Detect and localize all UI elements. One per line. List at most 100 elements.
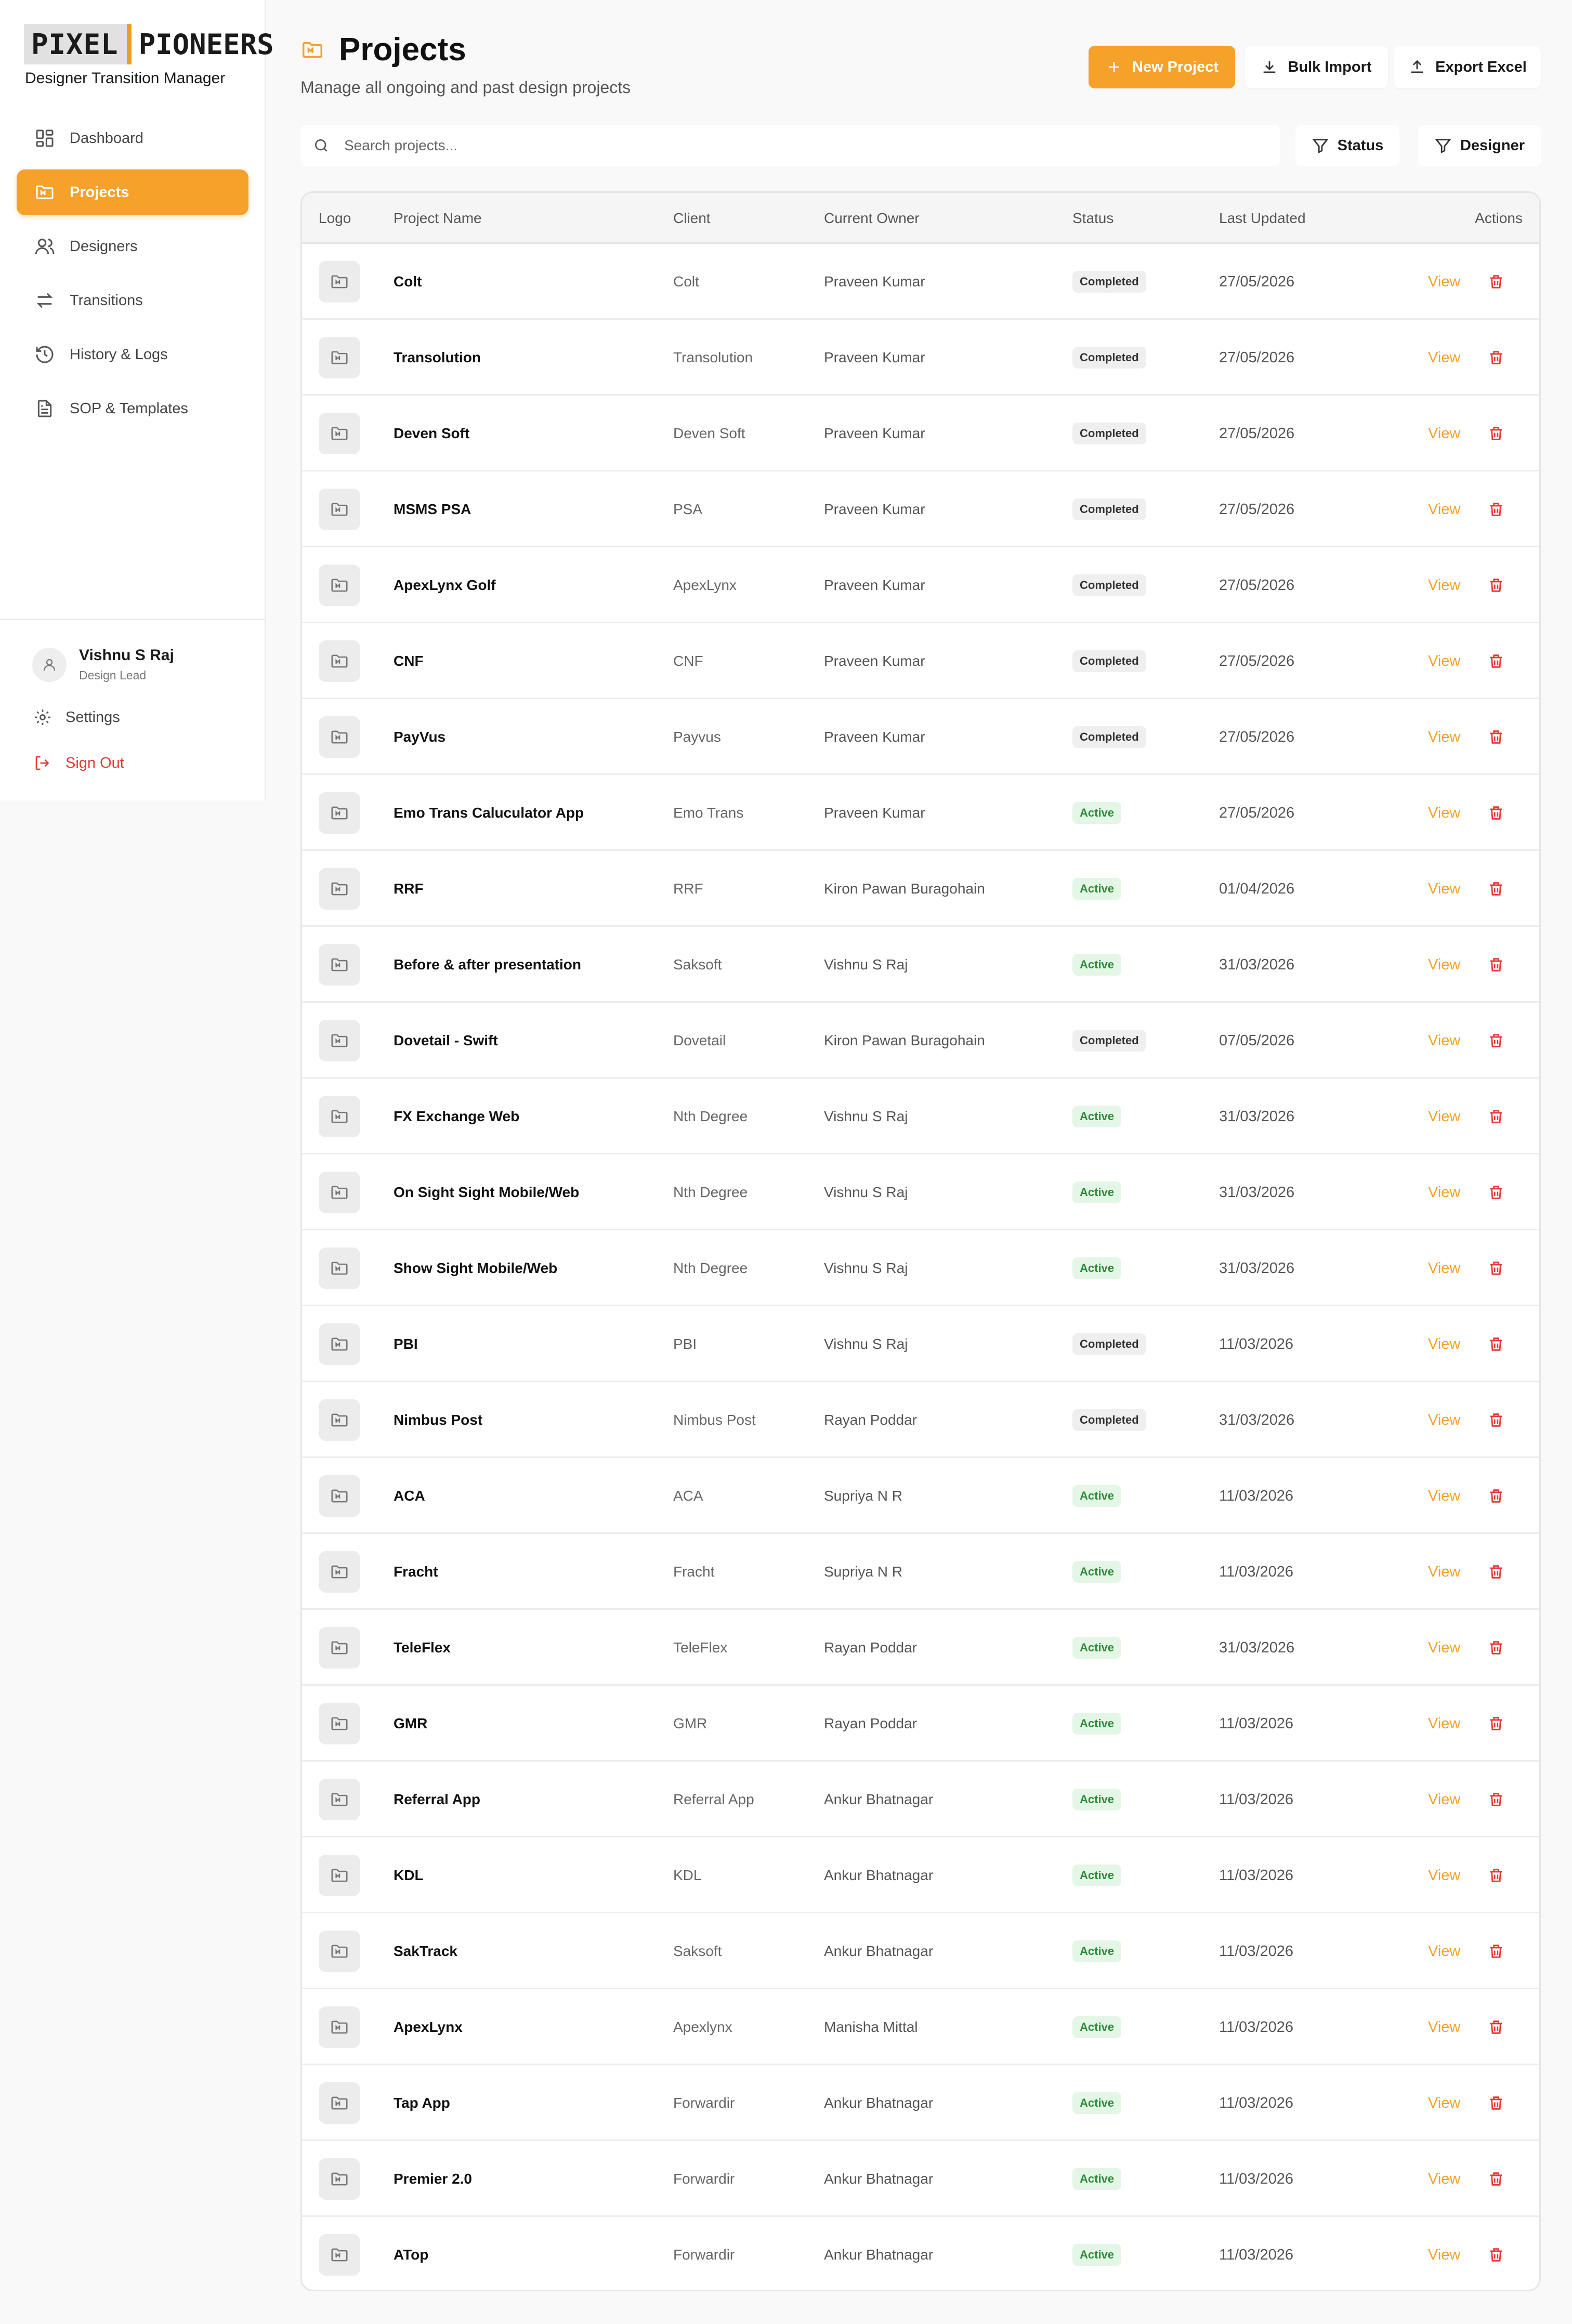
table-row[interactable]: Referral App Referral App Ankur Bhatnagar A… — [302, 1762, 1539, 1837]
table-row[interactable]: Fracht Fracht Supriya N R Active 11/03/2026 V… — [302, 1534, 1539, 1610]
table-row[interactable]: ACA ACA Supriya N R Active 11/03/2026 View — [302, 1458, 1539, 1534]
sidebar-item-history[interactable]: History & Logs — [17, 332, 248, 377]
table-row[interactable]: MSMS PSA PSA Praveen Kumar Completed 27/05/2… — [302, 471, 1539, 547]
delete-button[interactable] — [1487, 244, 1505, 320]
view-button[interactable]: View — [1428, 1989, 1460, 2065]
column-header-current-owner[interactable]: Current Owner — [824, 193, 920, 244]
view-button[interactable]: View — [1428, 699, 1460, 775]
delete-button[interactable] — [1487, 1837, 1505, 1913]
view-button[interactable]: View — [1428, 320, 1460, 396]
table-row[interactable]: Show Sight Mobile/Web Nth Degree Vishnu S … — [302, 1230, 1539, 1306]
view-button[interactable]: View — [1428, 851, 1460, 927]
new-project-button[interactable]: New Project — [1089, 46, 1235, 88]
view-button[interactable]: View — [1428, 2065, 1460, 2141]
bulk-import-button[interactable]: Bulk Import — [1244, 46, 1388, 88]
delete-button[interactable] — [1487, 1230, 1505, 1306]
view-button[interactable]: View — [1428, 244, 1460, 320]
delete-button[interactable] — [1487, 1079, 1505, 1154]
delete-button[interactable] — [1487, 623, 1505, 699]
sidebar-item-dashboard[interactable]: Dashboard — [17, 115, 248, 161]
table-row[interactable]: ATop Forwardir Ankur Bhatnagar Active 11/03/… — [302, 2217, 1539, 2290]
view-button[interactable]: View — [1428, 2141, 1460, 2217]
column-header-client[interactable]: Client — [673, 193, 711, 244]
view-button[interactable]: View — [1428, 1079, 1460, 1154]
view-button[interactable]: View — [1428, 1154, 1460, 1230]
table-row[interactable]: GMR GMR Rayan Poddar Active 11/03/2026 View — [302, 1686, 1539, 1762]
view-button[interactable]: View — [1428, 1230, 1460, 1306]
table-row[interactable]: ApexLynx Apexlynx Manisha Mittal Active 11/0… — [302, 1989, 1539, 2065]
sidebar-item-transitions[interactable]: Transitions — [17, 278, 248, 323]
column-header-logo[interactable]: Logo — [319, 193, 351, 244]
delete-button[interactable] — [1487, 851, 1505, 927]
user-profile[interactable]: Vishnu S Raj Design Lead — [32, 647, 174, 682]
view-button[interactable]: View — [1428, 1610, 1460, 1686]
column-header-project-name[interactable]: Project Name — [394, 193, 482, 244]
delete-button[interactable] — [1487, 699, 1505, 775]
view-button[interactable]: View — [1428, 775, 1460, 851]
delete-button[interactable] — [1487, 1003, 1505, 1079]
column-header-last-updated[interactable]: Last Updated — [1219, 193, 1306, 244]
table-row[interactable]: SakTrack Saksoft Ankur Bhatnagar Active 11/0… — [302, 1913, 1539, 1989]
delete-button[interactable] — [1487, 1534, 1505, 1610]
table-row[interactable]: PBI PBI Vishnu S Raj Completed 11/03/2026 Vie… — [302, 1306, 1539, 1382]
delete-button[interactable] — [1487, 471, 1505, 547]
delete-button[interactable] — [1487, 547, 1505, 623]
column-header-status[interactable]: Status — [1072, 193, 1114, 244]
view-button[interactable]: View — [1428, 1534, 1460, 1610]
export-excel-button[interactable]: Export Excel — [1394, 46, 1541, 88]
table-row[interactable]: KDL KDL Ankur Bhatnagar Active 11/03/2026 Vie… — [302, 1837, 1539, 1913]
delete-button[interactable] — [1487, 1458, 1505, 1534]
delete-button[interactable] — [1487, 1989, 1505, 2065]
search-input[interactable] — [344, 137, 1228, 154]
table-row[interactable]: CNF CNF Praveen Kumar Completed 27/05/2026 Vi… — [302, 623, 1539, 699]
table-row[interactable]: Colt Colt Praveen Kumar Completed 27/05/2026… — [302, 244, 1539, 320]
delete-button[interactable] — [1487, 1610, 1505, 1686]
delete-button[interactable] — [1487, 2217, 1505, 2290]
delete-button[interactable] — [1487, 927, 1505, 1003]
delete-button[interactable] — [1487, 320, 1505, 396]
view-button[interactable]: View — [1428, 471, 1460, 547]
view-button[interactable]: View — [1428, 547, 1460, 623]
view-button[interactable]: View — [1428, 927, 1460, 1003]
delete-button[interactable] — [1487, 1306, 1505, 1382]
signout-link[interactable]: Sign Out — [33, 754, 124, 772]
delete-button[interactable] — [1487, 775, 1505, 851]
table-row[interactable]: FX Exchange Web Nth Degree Vishnu S Raj Act… — [302, 1079, 1539, 1154]
view-button[interactable]: View — [1428, 1003, 1460, 1079]
view-button[interactable]: View — [1428, 1837, 1460, 1913]
delete-button[interactable] — [1487, 1686, 1505, 1762]
table-row[interactable]: Transolution Transolution Praveen Kumar Com… — [302, 320, 1539, 396]
table-row[interactable]: Deven Soft Deven Soft Praveen Kumar Complet… — [302, 396, 1539, 471]
search-bar[interactable] — [300, 125, 1280, 166]
view-button[interactable]: View — [1428, 1762, 1460, 1837]
table-row[interactable]: Dovetail - Swift Dovetail Kiron Pawan Bura… — [302, 1003, 1539, 1079]
view-button[interactable]: View — [1428, 1306, 1460, 1382]
sidebar-item-projects[interactable]: Projects — [17, 169, 248, 215]
delete-button[interactable] — [1487, 2141, 1505, 2217]
sidebar-item-sop-templates[interactable]: SOP & Templates — [17, 386, 248, 431]
table-row[interactable]: ApexLynx Golf ApexLynx Praveen Kumar Comple… — [302, 547, 1539, 623]
settings-link[interactable]: Settings — [33, 708, 120, 727]
delete-button[interactable] — [1487, 1382, 1505, 1458]
table-row[interactable]: Emo Trans Caluculator App Emo Trans Pravee… — [302, 775, 1539, 851]
view-button[interactable]: View — [1428, 1913, 1460, 1989]
sidebar-item-designers[interactable]: Designers — [17, 224, 248, 269]
table-row[interactable]: On Sight Sight Mobile/Web Nth Degree Vishn… — [302, 1154, 1539, 1230]
table-row[interactable]: Premier 2.0 Forwardir Ankur Bhatnagar Activ… — [302, 2141, 1539, 2217]
view-button[interactable]: View — [1428, 2217, 1460, 2290]
table-row[interactable]: Nimbus Post Nimbus Post Rayan Poddar Comple… — [302, 1382, 1539, 1458]
brand-logo[interactable]: PIXEL PIONEERS — [24, 24, 274, 64]
delete-button[interactable] — [1487, 2065, 1505, 2141]
status-filter-button[interactable]: Status — [1295, 125, 1399, 166]
delete-button[interactable] — [1487, 1762, 1505, 1837]
delete-button[interactable] — [1487, 1913, 1505, 1989]
designer-filter-button[interactable]: Designer — [1418, 125, 1541, 166]
view-button[interactable]: View — [1428, 1458, 1460, 1534]
table-row[interactable]: TeleFlex TeleFlex Rayan Poddar Active 31/03/… — [302, 1610, 1539, 1686]
view-button[interactable]: View — [1428, 1382, 1460, 1458]
table-row[interactable]: Before & after presentation Saksoft Vishnu… — [302, 927, 1539, 1003]
view-button[interactable]: View — [1428, 623, 1460, 699]
table-row[interactable]: RRF RRF Kiron Pawan Buragohain Active 01/04/… — [302, 851, 1539, 927]
view-button[interactable]: View — [1428, 1686, 1460, 1762]
table-row[interactable]: Tap App Forwardir Ankur Bhatnagar Active 11/… — [302, 2065, 1539, 2141]
